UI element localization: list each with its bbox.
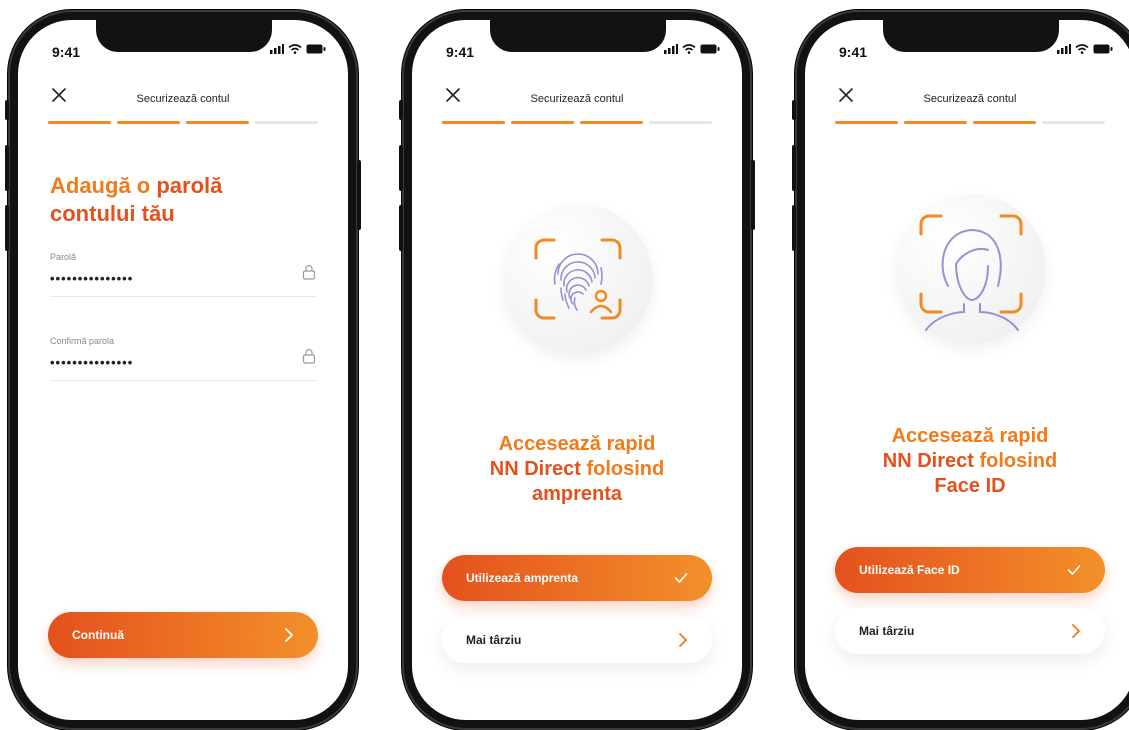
chevron-right-icon <box>1072 624 1080 638</box>
progress-step <box>255 121 318 124</box>
promo-line3: Face ID <box>934 475 1006 497</box>
use-fingerprint-label: Utilizează amprenta <box>466 571 579 585</box>
use-faceid-label: Utilizează Face ID <box>859 563 960 577</box>
promo-line1: Accesează rapid <box>498 433 656 455</box>
chevron-right-icon <box>285 628 293 642</box>
wifi-icon <box>1075 44 1089 54</box>
signal-icon <box>1057 44 1071 54</box>
promo-line1: Accesează rapid <box>891 425 1049 447</box>
password-input[interactable]: ••••••••••••••• <box>50 271 316 286</box>
continue-button[interactable]: Continuă <box>48 612 318 658</box>
password-screen: 9:41 Securizează contul Adaugă o parolă … <box>18 20 348 720</box>
confirm-label: Confirmă parola <box>50 336 115 346</box>
fingerprint-icon <box>534 238 622 320</box>
promo-line2: folosind <box>979 450 1058 472</box>
progress-step <box>973 121 1036 124</box>
promo-line3: amprenta <box>531 483 623 505</box>
promo-brand: NN Direct <box>489 458 587 480</box>
progress-step <box>649 121 712 124</box>
heading-accent: parolă <box>156 173 223 198</box>
side-button <box>357 160 361 230</box>
password-field[interactable]: Parolă ••••••••••••••• <box>50 252 316 297</box>
phone-faceid: 9:41 Securizează contul Accesează rapid … <box>792 10 1129 730</box>
promo-line2: folosind <box>586 458 665 480</box>
notch <box>883 20 1059 52</box>
use-faceid-button[interactable]: Utilizează Face ID <box>835 547 1105 593</box>
signal-icon <box>664 44 678 54</box>
status-time: 9:41 <box>839 44 868 60</box>
fingerprint-illustration <box>503 204 653 354</box>
promo-text: Accesează rapid NN Direct folosind Face … <box>805 424 1129 499</box>
signal-icon <box>270 44 284 54</box>
notch <box>96 20 272 52</box>
screen-title: Securizează contul <box>923 93 1017 105</box>
page-heading: Adaugă o parolă contului tău <box>50 172 222 228</box>
progress-step <box>186 121 249 124</box>
progress-bar <box>835 121 1105 124</box>
status-icons <box>1057 44 1113 54</box>
side-button <box>792 100 796 120</box>
later-button[interactable]: Mai târziu <box>835 608 1105 654</box>
password-label: Parolă <box>50 252 77 262</box>
side-button <box>5 145 9 191</box>
progress-step <box>835 121 898 124</box>
phone-password: 9:41 Securizează contul Adaugă o parolă … <box>5 10 361 730</box>
side-button <box>5 100 9 120</box>
progress-bar <box>48 121 318 124</box>
status-time: 9:41 <box>446 44 475 60</box>
faceid-screen: 9:41 Securizează contul Accesează rapid … <box>805 20 1129 720</box>
wifi-icon <box>682 44 696 54</box>
faceid-illustration <box>896 194 1046 344</box>
side-button <box>399 205 403 251</box>
progress-step <box>442 121 505 124</box>
confirm-password-field[interactable]: Confirmă parola ••••••••••••••• <box>50 336 316 381</box>
lock-icon <box>302 264 316 280</box>
notch <box>490 20 666 52</box>
progress-step <box>117 121 180 124</box>
side-button <box>751 160 755 230</box>
status-time: 9:41 <box>52 44 81 60</box>
later-label: Mai târziu <box>859 624 915 638</box>
check-icon <box>1067 565 1081 575</box>
progress-step <box>48 121 111 124</box>
battery-icon <box>700 44 720 54</box>
status-icons <box>270 44 326 54</box>
chevron-right-icon <box>679 633 687 647</box>
later-button[interactable]: Mai târziu <box>442 617 712 663</box>
progress-step <box>904 121 967 124</box>
heading-part: Adaugă o <box>50 173 157 198</box>
battery-icon <box>1093 44 1113 54</box>
screen-title: Securizează contul <box>530 93 624 105</box>
promo-brand: NN Direct <box>882 450 980 472</box>
progress-step <box>511 121 574 124</box>
check-icon <box>674 573 688 583</box>
side-button <box>399 145 403 191</box>
continue-label: Continuă <box>72 628 124 642</box>
heading-line2: contului tău <box>50 201 175 226</box>
side-button <box>792 205 796 251</box>
progress-bar <box>442 121 712 124</box>
phone-fingerprint: 9:41 Securizează contul Accesează rapid … <box>399 10 755 730</box>
wifi-icon <box>288 44 302 54</box>
side-button <box>792 145 796 191</box>
side-button <box>399 100 403 120</box>
field-underline <box>50 380 316 381</box>
lock-icon <box>302 348 316 364</box>
fingerprint-screen: 9:41 Securizează contul Accesează rapid … <box>412 20 742 720</box>
side-button <box>5 205 9 251</box>
use-fingerprint-button[interactable]: Utilizează amprenta <box>442 555 712 601</box>
face-id-icon <box>919 214 1023 331</box>
field-underline <box>50 296 316 297</box>
screen-title: Securizează contul <box>136 93 230 105</box>
progress-step <box>1042 121 1105 124</box>
battery-icon <box>306 44 326 54</box>
confirm-password-input[interactable]: ••••••••••••••• <box>50 355 316 370</box>
later-label: Mai târziu <box>466 633 522 647</box>
status-icons <box>664 44 720 54</box>
promo-text: Accesează rapid NN Direct folosind ampre… <box>412 432 742 507</box>
progress-step <box>580 121 643 124</box>
